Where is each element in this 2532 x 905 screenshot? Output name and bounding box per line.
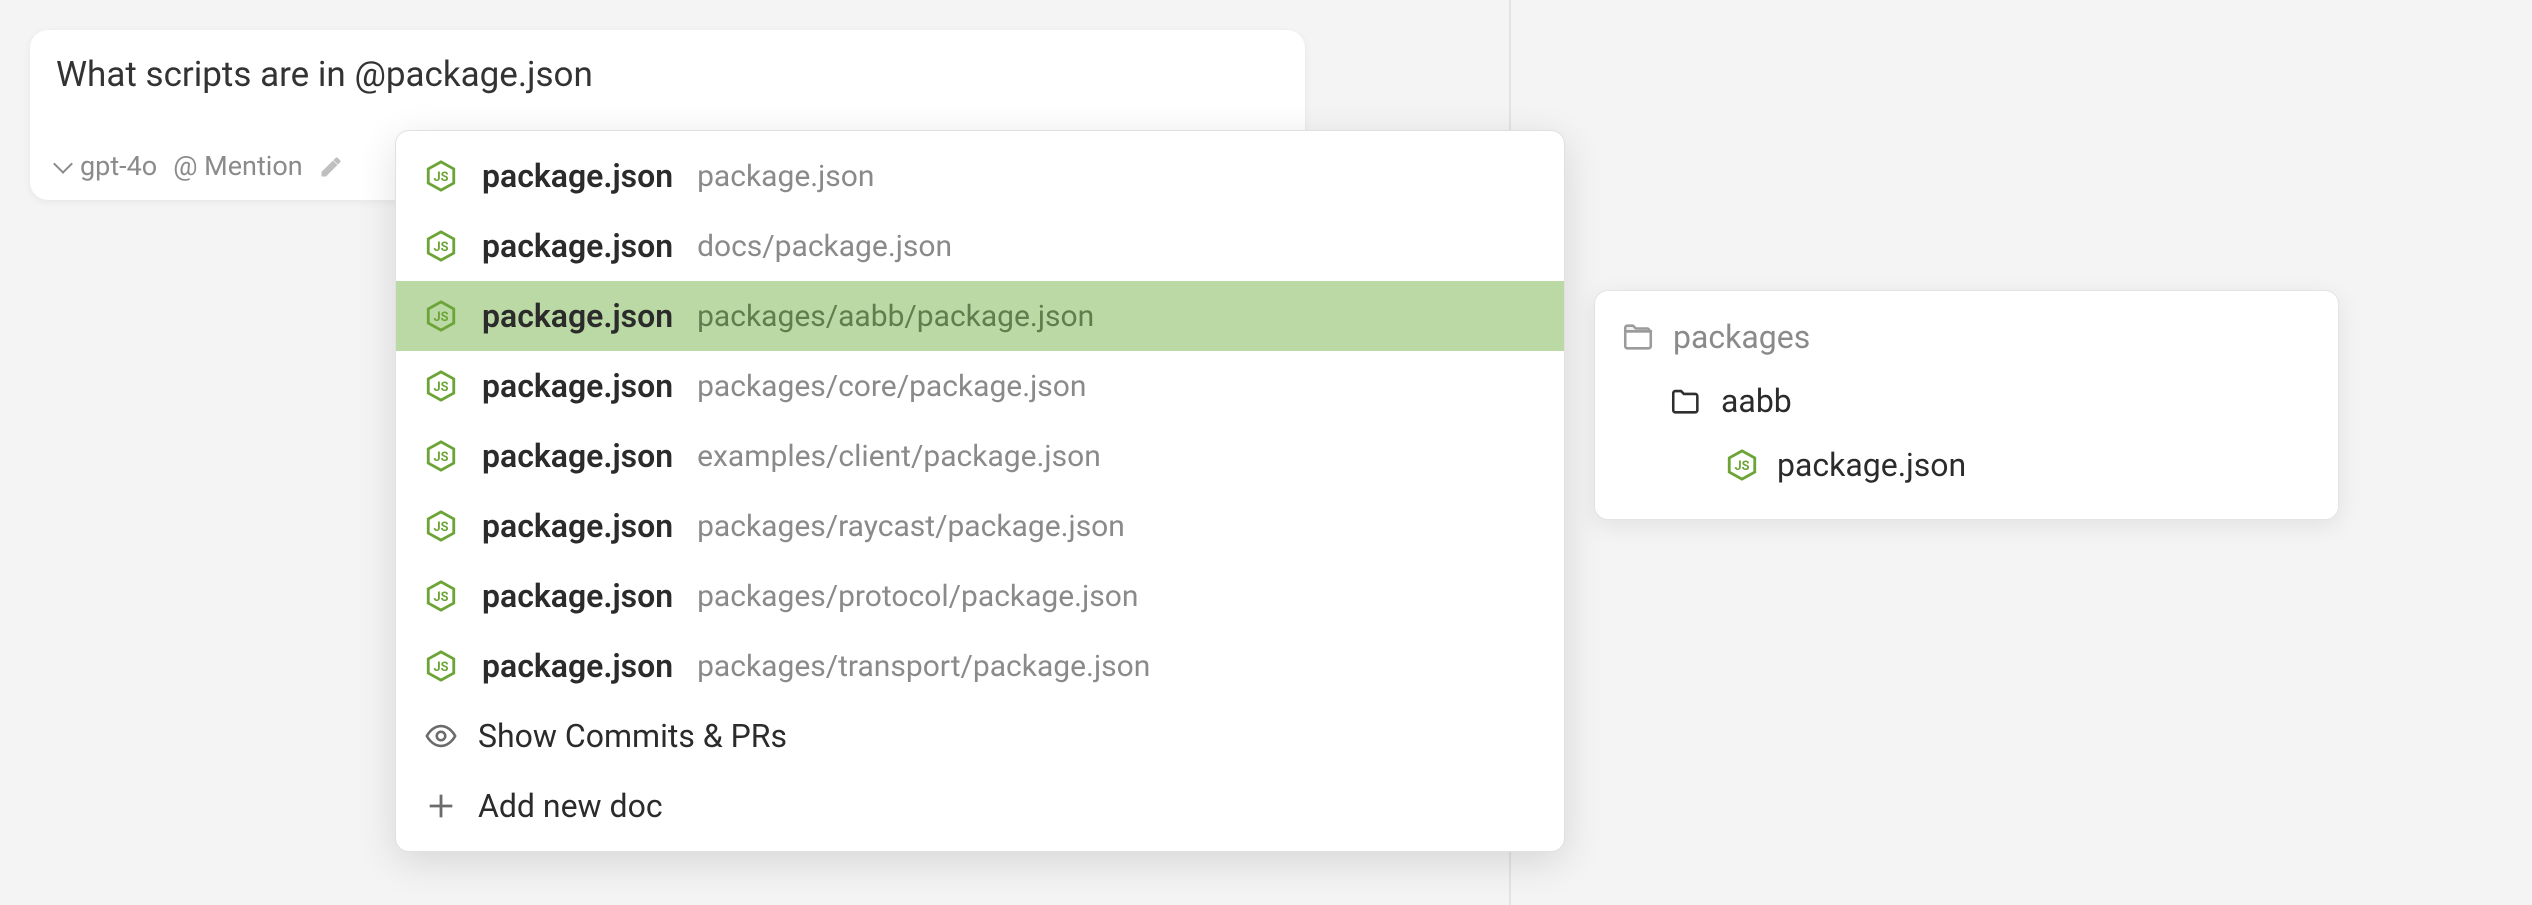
- dropdown-item-path: packages/aabb/package.json: [697, 299, 1094, 334]
- svg-text:JS: JS: [434, 660, 449, 675]
- dropdown-item[interactable]: JS package.json packages/transport/package…: [396, 631, 1564, 701]
- svg-text:JS: JS: [434, 520, 449, 535]
- model-selector[interactable]: gpt-4o: [56, 150, 157, 182]
- dropdown-item-path: packages/protocol/package.json: [697, 579, 1138, 614]
- dropdown-item-name: package.json: [482, 227, 673, 265]
- tree-child-label: aabb: [1721, 382, 1792, 420]
- dropdown-item-name: package.json: [482, 157, 673, 195]
- node-js-icon: JS: [424, 369, 458, 403]
- svg-text:JS: JS: [1735, 459, 1750, 474]
- dropdown-item[interactable]: JS package.json docs/package.json: [396, 211, 1564, 281]
- chat-input-footer: gpt-4o @ Mention: [56, 150, 343, 182]
- tree-row-file[interactable]: JS package.json: [1617, 433, 2316, 497]
- dropdown-item[interactable]: JS package.json package.json: [396, 141, 1564, 211]
- tree-row-root[interactable]: packages: [1617, 305, 2316, 369]
- node-js-icon: JS: [424, 579, 458, 613]
- dropdown-item-path: docs/package.json: [697, 229, 952, 264]
- dropdown-item[interactable]: JS package.json packages/core/package.json: [396, 351, 1564, 421]
- node-js-icon: JS: [424, 509, 458, 543]
- edit-icon[interactable]: [319, 154, 343, 178]
- svg-text:JS: JS: [434, 170, 449, 185]
- dropdown-item[interactable]: JS package.json examples/client/package.js…: [396, 421, 1564, 491]
- plus-icon: [424, 789, 458, 823]
- node-js-icon: JS: [424, 229, 458, 263]
- svg-text:JS: JS: [434, 590, 449, 605]
- dropdown-item-path: package.json: [697, 159, 874, 194]
- path-tree-panel: packages aabb JS package.json: [1594, 290, 2339, 520]
- node-js-icon: JS: [1725, 448, 1759, 482]
- node-js-icon: JS: [424, 159, 458, 193]
- chevron-down-icon: [53, 154, 73, 174]
- dropdown-item-name: package.json: [482, 507, 673, 545]
- dropdown-item-name: package.json: [482, 437, 673, 475]
- svg-text:JS: JS: [434, 380, 449, 395]
- show-commits-label: Show Commits & PRs: [478, 717, 787, 755]
- svg-text:JS: JS: [434, 450, 449, 465]
- tree-row-child[interactable]: aabb: [1617, 369, 2316, 433]
- eye-icon: [424, 719, 458, 753]
- add-doc-action[interactable]: Add new doc: [396, 771, 1564, 841]
- mention-label: @ Mention: [173, 150, 302, 182]
- dropdown-item-name: package.json: [482, 647, 673, 685]
- dropdown-item-path: packages/raycast/package.json: [697, 509, 1125, 544]
- dropdown-item-path: packages/core/package.json: [697, 369, 1086, 404]
- node-js-icon: JS: [424, 439, 458, 473]
- dropdown-item-path: examples/client/package.json: [697, 439, 1101, 474]
- folder-open-icon: [1621, 320, 1655, 354]
- add-doc-label: Add new doc: [478, 787, 663, 825]
- tree-root-label: packages: [1673, 318, 1810, 356]
- dropdown-item[interactable]: JS package.json packages/aabb/package.json: [396, 281, 1564, 351]
- dropdown-item-name: package.json: [482, 297, 673, 335]
- node-js-icon: JS: [424, 299, 458, 333]
- svg-text:JS: JS: [434, 310, 449, 325]
- tree-file-label: package.json: [1777, 446, 1966, 484]
- model-name: gpt-4o: [80, 150, 157, 182]
- mention-dropdown: JS package.json package.json JS package.json…: [395, 130, 1565, 852]
- chat-input-text[interactable]: What scripts are in @package.json: [56, 52, 1279, 98]
- folder-icon: [1669, 384, 1703, 418]
- dropdown-item[interactable]: JS package.json packages/protocol/package.…: [396, 561, 1564, 631]
- dropdown-item-path: packages/transport/package.json: [697, 649, 1150, 684]
- dropdown-item-name: package.json: [482, 577, 673, 615]
- show-commits-action[interactable]: Show Commits & PRs: [396, 701, 1564, 771]
- node-js-icon: JS: [424, 649, 458, 683]
- svg-text:JS: JS: [434, 240, 449, 255]
- dropdown-item[interactable]: JS package.json packages/raycast/package.j…: [396, 491, 1564, 561]
- mention-button[interactable]: @ Mention: [173, 150, 302, 182]
- dropdown-item-name: package.json: [482, 367, 673, 405]
